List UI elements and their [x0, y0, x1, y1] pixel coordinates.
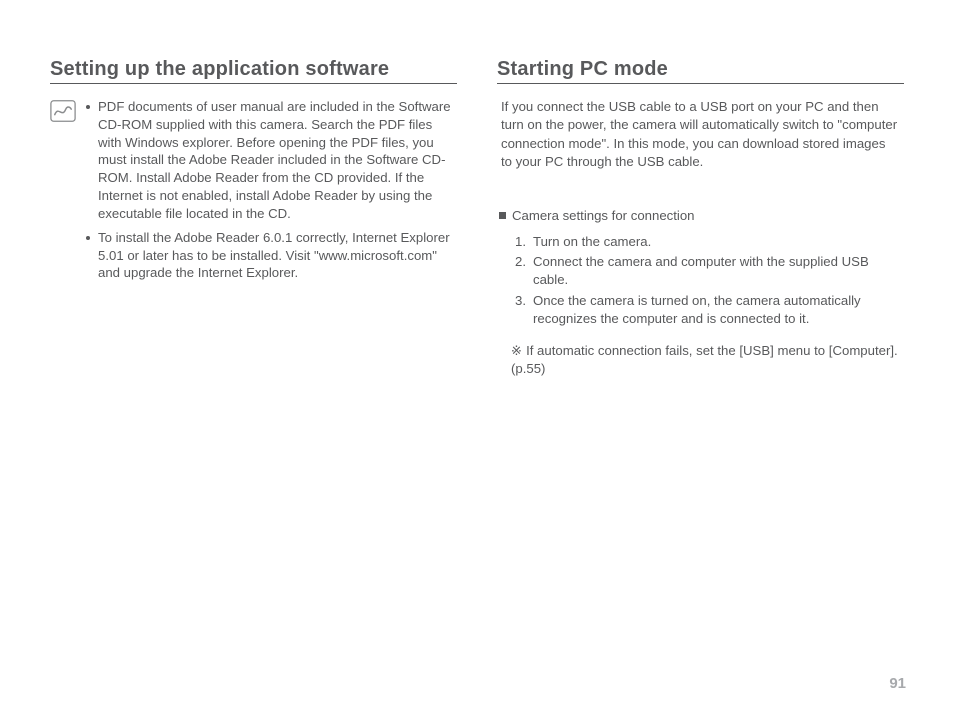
- footnote-text: If automatic connection fails, set the […: [511, 343, 898, 376]
- page-number: 91: [889, 675, 906, 692]
- steps-list: Turn on the camera. Connect the camera a…: [497, 233, 904, 328]
- note-icon: [50, 100, 76, 122]
- subheading-text: Camera settings for connection: [512, 208, 695, 223]
- list-item: To install the Adobe Reader 6.0.1 correc…: [86, 229, 457, 282]
- note-block: PDF documents of user manual are include…: [50, 98, 457, 288]
- footnote: ※If automatic connection fails, set the …: [497, 342, 904, 378]
- list-item: Connect the camera and computer with the…: [515, 253, 904, 289]
- page: Setting up the application software PDF …: [0, 0, 954, 720]
- right-column: Starting PC mode If you connect the USB …: [497, 58, 904, 680]
- left-heading: Setting up the application software: [50, 58, 457, 84]
- reference-mark-icon: ※: [511, 343, 522, 358]
- list-item: PDF documents of user manual are include…: [86, 98, 457, 223]
- right-heading: Starting PC mode: [497, 58, 904, 84]
- left-column: Setting up the application software PDF …: [50, 58, 457, 680]
- bullet-list: PDF documents of user manual are include…: [86, 98, 457, 288]
- intro-paragraph: If you connect the USB cable to a USB po…: [501, 98, 904, 172]
- list-item: Once the camera is turned on, the camera…: [515, 292, 904, 328]
- square-bullet-icon: [499, 212, 506, 219]
- subheading: Camera settings for connection: [497, 208, 904, 223]
- list-item: Turn on the camera.: [515, 233, 904, 251]
